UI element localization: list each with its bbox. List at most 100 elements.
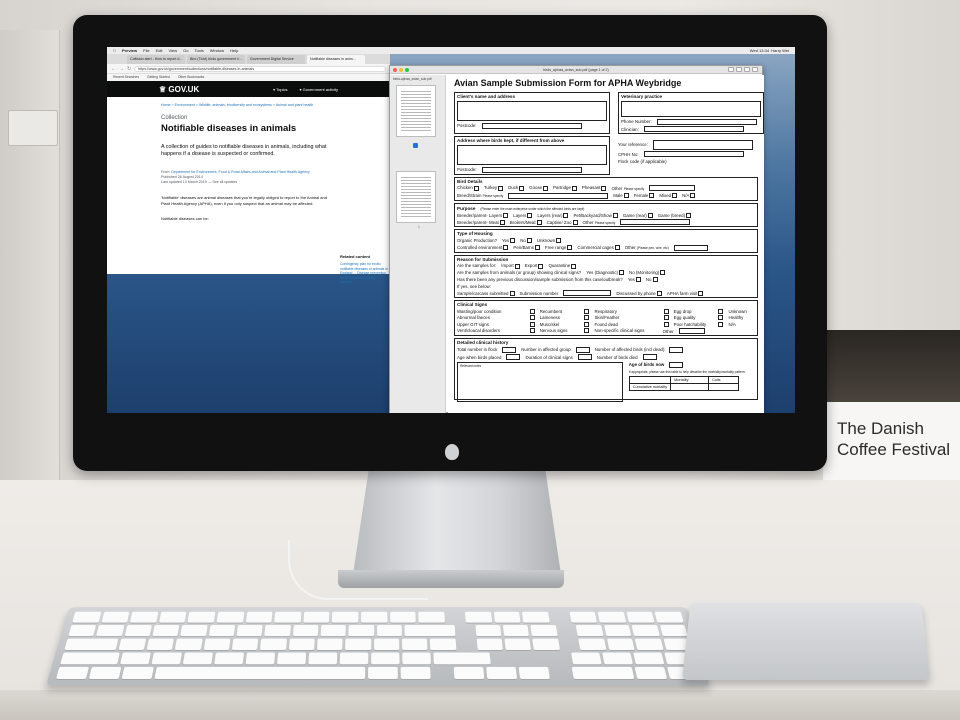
cs-box-12[interactable] — [718, 308, 724, 314]
cph-field[interactable] — [643, 151, 744, 157]
bookmark-2[interactable]: Getting Started — [147, 75, 170, 80]
housing-cages[interactable]: Commercial cages — [577, 245, 620, 251]
apple-menu-icon[interactable]:  — [113, 48, 116, 53]
menu-file[interactable]: File — [143, 48, 149, 53]
cs-box-10[interactable] — [663, 315, 669, 321]
forward-icon[interactable]: → — [119, 66, 124, 72]
cs-box-8[interactable] — [584, 328, 590, 334]
purpose-broilers[interactable]: Broilers/Meat — [510, 220, 542, 226]
bookmark-3[interactable]: Other Bookmarks — [178, 75, 204, 80]
breed-field[interactable] — [508, 192, 609, 199]
reason-diagnostic[interactable]: Yes (Diagnostic) — [586, 270, 625, 276]
housing-pen[interactable]: Pen/Barns — [513, 245, 540, 251]
species-other-field[interactable] — [649, 185, 696, 191]
topics-menu[interactable]: ▾ Topics — [273, 87, 287, 92]
share-icon[interactable] — [736, 67, 742, 72]
previous-no[interactable]: No — [646, 277, 658, 283]
client-postcode-field[interactable] — [481, 122, 582, 129]
sample-submitted[interactable]: Sample/carcass submitted — [457, 291, 515, 296]
sex-female[interactable]: Female — [634, 193, 655, 199]
culls-cell[interactable] — [708, 382, 740, 391]
from-org-link[interactable]: Department for Environment, Food & Rural… — [171, 170, 309, 174]
purpose-game-rear[interactable]: Game (rear) — [623, 213, 653, 218]
page-thumbnail-2[interactable] — [396, 171, 436, 223]
purpose-breeder-meat[interactable]: Breeder/parent- Meat — [457, 220, 505, 226]
cs-box-3[interactable] — [529, 321, 535, 327]
page-thumbnail-1[interactable] — [396, 85, 436, 137]
cs-box-2[interactable] — [529, 315, 535, 321]
close-icon[interactable] — [393, 68, 397, 72]
cs-box-7[interactable] — [584, 321, 590, 327]
birds-postcode-field[interactable] — [481, 166, 582, 173]
your-ref-field[interactable] — [652, 139, 753, 150]
cs-other-field[interactable] — [678, 328, 705, 335]
updated-date[interactable]: Last updated 14 March 2019 — See all upd… — [161, 180, 237, 184]
sex-mixed[interactable]: Mixed — [659, 193, 678, 199]
tab-3[interactable]: Government Digital Service — [247, 55, 305, 64]
clinician-field[interactable] — [643, 126, 744, 132]
hist-total-field[interactable] — [502, 346, 517, 353]
purpose-captive[interactable]: Captive/ Zoo — [547, 220, 578, 226]
sex-male[interactable]: Male — [613, 193, 629, 199]
back-icon[interactable]: ← — [111, 66, 116, 72]
purpose-layers[interactable]: Layers — [513, 213, 533, 218]
housing-other-field[interactable] — [673, 244, 708, 251]
bookmark-1[interactable]: Recent Searches — [113, 75, 139, 80]
mortality-cell[interactable] — [670, 382, 710, 391]
organic-no[interactable]: No — [520, 238, 532, 244]
trackpad[interactable] — [682, 602, 930, 680]
breadcrumb[interactable]: Home > Environment > Wildlife, animals, … — [107, 97, 390, 107]
apha-farm-visit[interactable]: APHA farm visit — [667, 291, 704, 296]
government-activity-menu[interactable]: ▾ Government activity — [300, 87, 338, 92]
menu-help[interactable]: Help — [230, 48, 238, 53]
previous-yes[interactable]: Yes — [628, 277, 641, 283]
menu-view[interactable]: View — [168, 48, 177, 53]
sex-na[interactable]: N/A — [682, 193, 696, 199]
govuk-logo[interactable]: ♕ GOV.UK — [159, 85, 199, 94]
cs-box-11[interactable] — [663, 321, 669, 327]
cs-box-4[interactable] — [529, 328, 535, 334]
housing-controlled[interactable]: Controlled environment — [457, 245, 509, 251]
discussed-phone[interactable]: Discussed by phone — [616, 291, 662, 296]
birds-kept-address-field[interactable] — [457, 145, 607, 165]
reason-import[interactable]: Import — [501, 263, 520, 269]
reason-quarantine[interactable]: Quarantine — [548, 263, 577, 269]
cs-box-13[interactable] — [718, 315, 724, 321]
housing-free-range[interactable]: Free range — [545, 245, 573, 251]
reason-export[interactable]: Export — [525, 263, 544, 269]
purpose-breeder-layers[interactable]: Breeder/parent- Layers — [457, 213, 509, 218]
menu-edit[interactable]: Edit — [156, 48, 163, 53]
cs-box-5[interactable] — [584, 308, 590, 314]
tab-2[interactable]: Bird (Tickt) birds government ri... — [187, 55, 245, 64]
reason-monitoring[interactable]: No (Monitoring) — [629, 270, 666, 276]
relevant-notes-field[interactable]: Relevant notes — [457, 362, 623, 403]
markup-icon[interactable] — [728, 67, 734, 72]
organic-yes[interactable]: Yes — [502, 238, 516, 244]
hist-affected-dead-field[interactable] — [669, 346, 684, 353]
search-icon[interactable] — [752, 67, 758, 72]
species-turkey[interactable]: Turkey — [484, 185, 504, 191]
species-goose[interactable]: Goose — [529, 185, 549, 191]
purpose-other-field[interactable] — [620, 219, 691, 226]
tab-1[interactable]: Collision alert - How to report d... — [127, 55, 185, 64]
zoom-icon[interactable] — [405, 68, 409, 72]
hist-age-placed-field[interactable] — [506, 354, 521, 361]
species-partridge[interactable]: Partridge — [553, 185, 577, 191]
species-chicken[interactable]: Chicken — [457, 185, 479, 191]
menu-go[interactable]: Go — [183, 48, 188, 53]
hist-duration-field[interactable] — [577, 354, 592, 361]
reload-icon[interactable]: ↻ — [127, 66, 131, 72]
hist-affected-field[interactable] — [575, 346, 590, 353]
purpose-pet[interactable]: Pet/Backyard/Show — [573, 213, 618, 218]
submission-number-field[interactable] — [563, 290, 612, 297]
cs-box-1[interactable] — [529, 308, 535, 314]
tab-4[interactable]: Notifiable diseases in anim... — [307, 55, 365, 64]
cs-box-14[interactable] — [718, 321, 724, 327]
organic-unknown[interactable]: Unknown — [537, 238, 562, 244]
client-address-field[interactable] — [457, 101, 607, 121]
url-input[interactable]: https://www.gov.uk/government/collection… — [134, 65, 386, 72]
vet-practice-field[interactable] — [621, 101, 761, 117]
age-now-field[interactable] — [669, 361, 684, 368]
menu-tools[interactable]: Tools — [194, 48, 203, 53]
cs-box-9[interactable] — [663, 308, 669, 314]
